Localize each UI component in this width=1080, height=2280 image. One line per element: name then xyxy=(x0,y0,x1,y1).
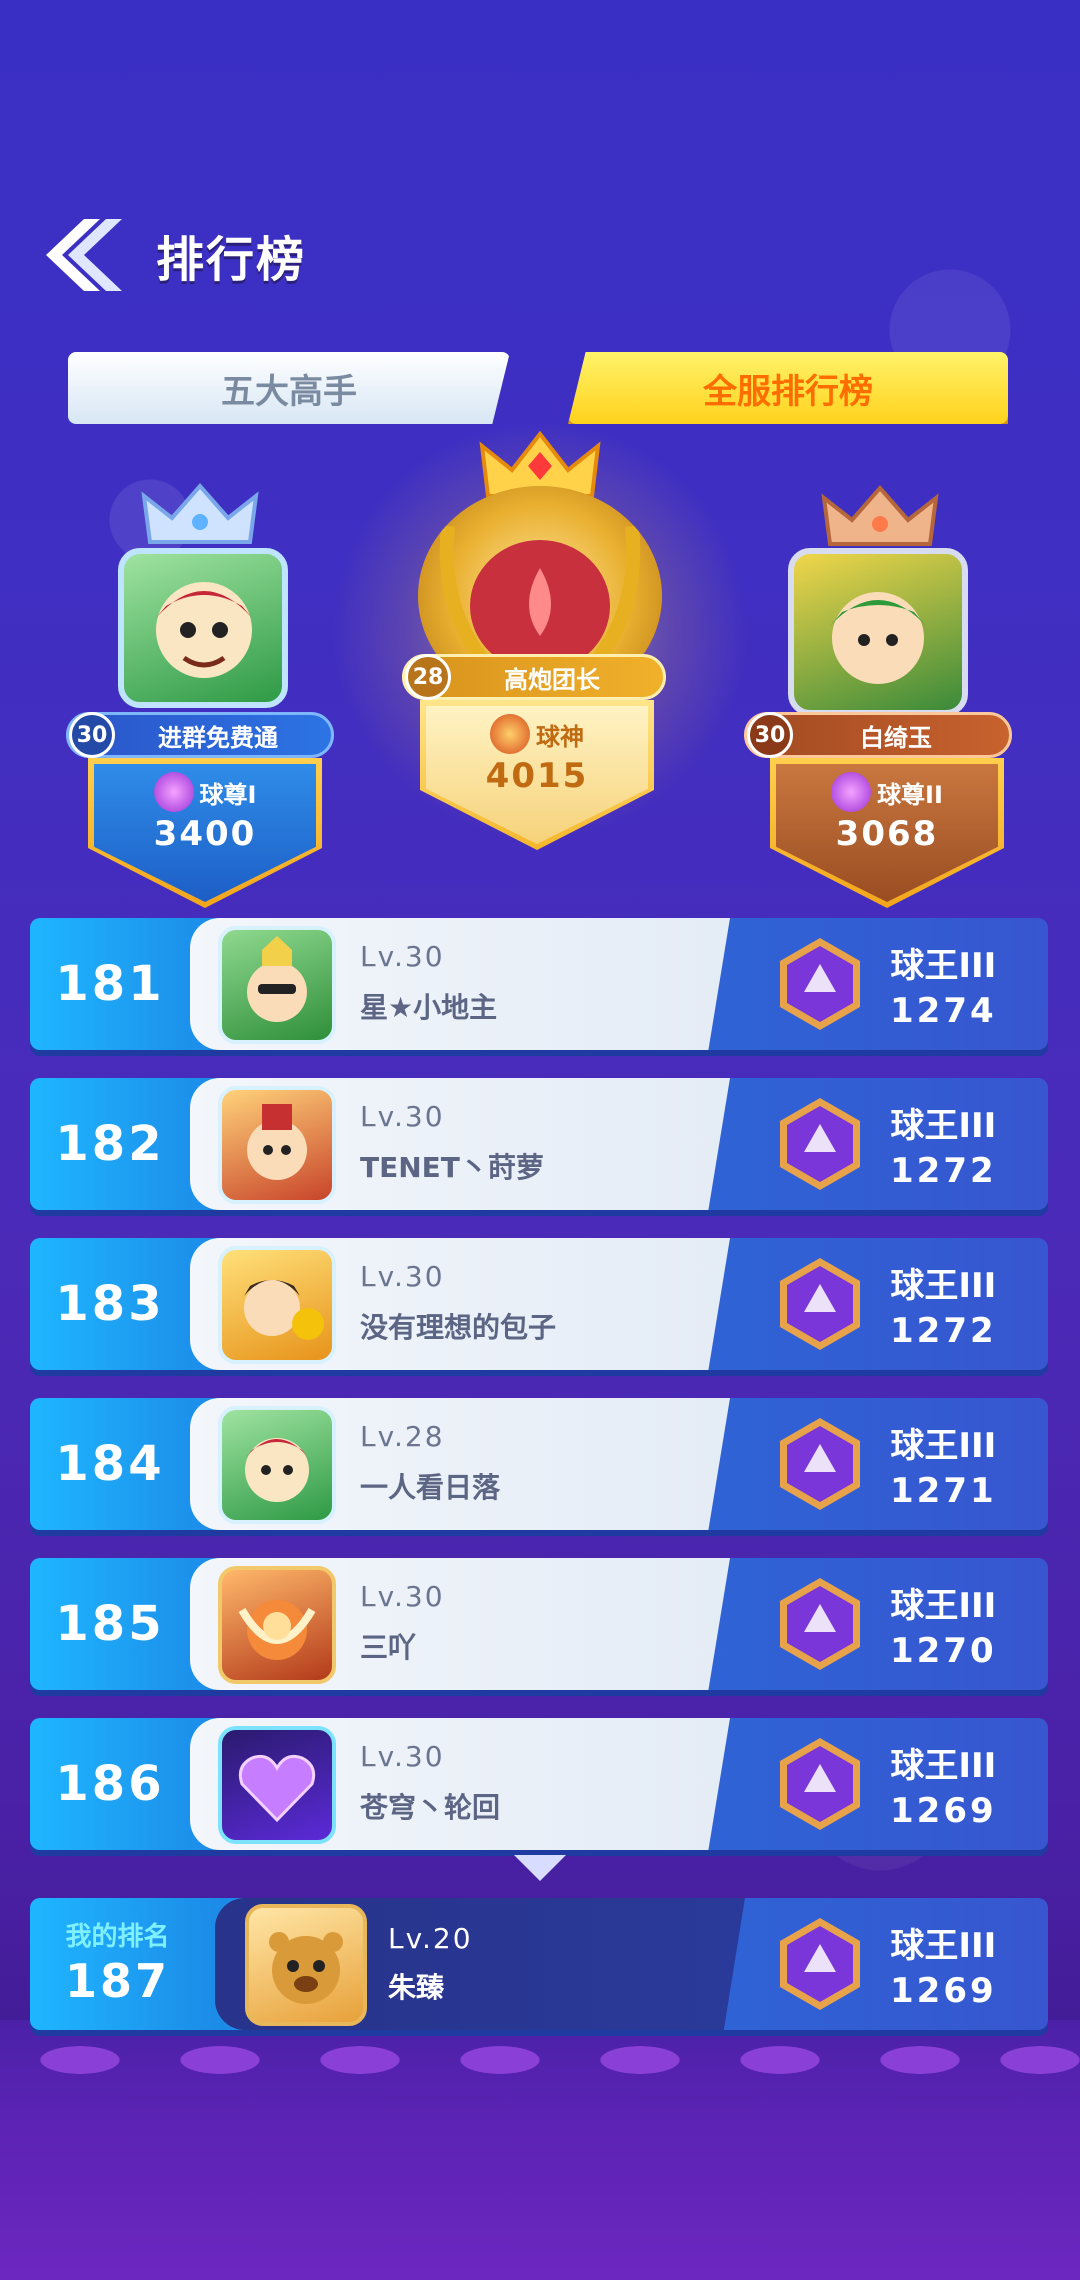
player-level: Lv.30 xyxy=(360,1100,445,1133)
player-name: 一人看日落 xyxy=(360,1471,501,1504)
back-arrow-icon xyxy=(46,219,122,291)
list-item[interactable]: 185 Lv.30 三吖 球王III 1270 xyxy=(30,1558,1050,1696)
list-item[interactable]: 186 Lv.30 苍穹丶轮回 球王III 1269 xyxy=(30,1718,1050,1856)
page-title: 排行榜 xyxy=(156,232,307,288)
avatar xyxy=(118,548,288,708)
score-value: 1272 xyxy=(890,1310,997,1351)
podium: 30 进群免费通 球尊I 3400 28 高炮团长 球神 4015 30 白绮玉… xyxy=(0,420,1080,908)
avatar xyxy=(218,1726,336,1844)
player-name: 进群免费通 xyxy=(158,723,278,752)
back-button[interactable] xyxy=(36,210,126,300)
level-badge: 28 xyxy=(405,654,451,700)
rank-tier: 球王III xyxy=(890,1265,997,1306)
rank-tier: 球尊II xyxy=(877,780,943,809)
player-name: TENET丶莳萝 xyxy=(360,1151,544,1184)
player-name: 星★小地主 xyxy=(360,991,498,1024)
tier-badge-icon xyxy=(780,938,860,1030)
tier-badge-icon xyxy=(780,1098,860,1190)
score-shield: 球尊I 3400 xyxy=(88,758,322,908)
score-value: 1270 xyxy=(890,1630,997,1671)
player-level: Lv.20 xyxy=(388,1922,473,1955)
podium-second[interactable]: 30 进群免费通 球尊I 3400 xyxy=(60,430,350,908)
rank-tier: 球尊I xyxy=(199,780,257,809)
my-rank-label: 我的排名 xyxy=(65,1922,170,1952)
player-name: 高炮团长 xyxy=(504,665,600,694)
score-value: 1269 xyxy=(890,1790,997,1831)
score-value: 1272 xyxy=(890,1150,997,1191)
score-shield: 球神 4015 xyxy=(420,700,654,850)
ranking-list[interactable]: 181 Lv.30 星★小地主 球王III 1274 182 Lv.30 TEN… xyxy=(30,918,1050,1878)
rank-tier-icon xyxy=(490,714,530,754)
rank-tier: 球神 xyxy=(536,722,584,751)
rank-tier: 球王III xyxy=(890,1425,997,1466)
avatar xyxy=(218,1086,336,1204)
player-level: Lv.30 xyxy=(360,1260,445,1293)
tab-five-masters[interactable]: 五大高手 xyxy=(68,352,510,424)
score-shield: 球尊II 3068 xyxy=(770,758,1004,908)
list-item[interactable]: 183 Lv.30 没有理想的包子 球王III 1272 xyxy=(30,1238,1050,1376)
tier-badge-icon xyxy=(780,1578,860,1670)
avatar xyxy=(788,548,968,716)
list-item[interactable]: 181 Lv.30 星★小地主 球王III 1274 xyxy=(30,918,1050,1056)
rank-tier-icon xyxy=(831,772,872,812)
player-name-bar: 30 白绮玉 xyxy=(744,712,1012,758)
score-value: 1269 xyxy=(890,1970,997,2011)
avatar xyxy=(218,1406,336,1524)
player-name-bar: 28 高炮团长 xyxy=(402,654,666,700)
tier-badge-icon xyxy=(780,1258,860,1350)
avatar xyxy=(218,1246,336,1364)
tier-badge-icon xyxy=(780,1738,860,1830)
header: 排行榜 xyxy=(36,210,306,300)
my-rank-number: 187 xyxy=(64,1954,171,2008)
player-name: 没有理想的包子 xyxy=(360,1311,557,1344)
score-value: 3068 xyxy=(835,814,939,854)
player-level: Lv.28 xyxy=(360,1420,445,1453)
level-badge: 30 xyxy=(69,712,115,758)
score-value: 1274 xyxy=(890,990,997,1031)
score-value: 3400 xyxy=(153,814,257,854)
tab-bar: 五大高手 全服排行榜 xyxy=(68,352,1008,428)
player-name-bar: 30 进群免费通 xyxy=(66,712,334,758)
score-value: 4015 xyxy=(485,756,589,796)
avatar xyxy=(218,926,336,1044)
podium-first[interactable]: 28 高炮团长 球神 4015 xyxy=(380,430,700,900)
player-level: Lv.30 xyxy=(360,940,445,973)
player-level: Lv.30 xyxy=(360,1740,445,1773)
player-name: 白绮玉 xyxy=(860,723,932,752)
player-name: 三吖 xyxy=(360,1631,417,1664)
rank-tier: 球王III xyxy=(890,1745,997,1786)
rank-number: 183 xyxy=(55,1276,165,1332)
rank-tier: 球王III xyxy=(890,1585,997,1626)
player-name: 苍穹丶轮回 xyxy=(360,1791,501,1824)
rank-number: 182 xyxy=(55,1116,165,1172)
list-item[interactable]: 182 Lv.30 TENET丶莳萝 球王III 1272 xyxy=(30,1078,1050,1216)
player-name: 朱臻 xyxy=(388,1971,445,2004)
rank-tier: 球王III xyxy=(890,945,997,986)
player-level: Lv.30 xyxy=(360,1580,445,1613)
list-item[interactable]: 184 Lv.28 一人看日落 球王III 1271 xyxy=(30,1398,1050,1536)
tab-server-ranking[interactable]: 全服排行榜 xyxy=(568,352,1008,424)
rank-tier: 球王III xyxy=(890,1925,997,1966)
rank-tier: 球王III xyxy=(890,1105,997,1146)
rank-number: 181 xyxy=(55,956,165,1012)
rank-tier-icon xyxy=(153,772,194,812)
score-value: 1271 xyxy=(890,1470,997,1511)
stage-floor xyxy=(0,2020,1080,2280)
rank-number: 184 xyxy=(55,1436,165,1492)
tier-badge-icon xyxy=(780,1418,860,1510)
bronze-crown-icon xyxy=(820,484,940,554)
rank-number: 185 xyxy=(55,1596,165,1652)
tier-badge-icon xyxy=(780,1918,860,2010)
podium-third[interactable]: 30 白绮玉 球尊II 3068 xyxy=(740,430,1030,908)
silver-crown-icon xyxy=(140,482,260,552)
scroll-down-icon[interactable] xyxy=(514,1855,566,1881)
avatar xyxy=(218,1566,336,1684)
my-rank-row[interactable]: 我的排名 187 Lv.20 朱臻 球王III 1269 xyxy=(30,1898,1050,2036)
avatar xyxy=(245,1904,367,2026)
rank-number: 186 xyxy=(55,1756,165,1812)
level-badge: 30 xyxy=(747,712,793,758)
